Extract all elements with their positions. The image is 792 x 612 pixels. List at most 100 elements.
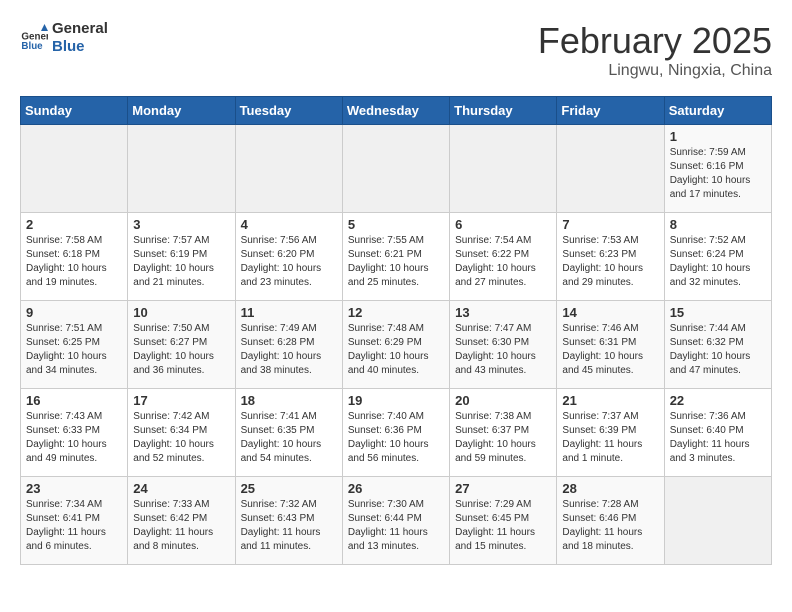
table-cell: 24 Sunrise: 7:33 AM Sunset: 6:42 PM Dayli… bbox=[128, 477, 235, 565]
table-cell: 6 Sunrise: 7:54 AM Sunset: 6:22 PM Daylig… bbox=[450, 213, 557, 301]
table-cell: 28Sunrise: 7:28 AM Sunset: 6:46 PM Dayli… bbox=[557, 477, 664, 565]
calendar-subtitle: Lingwu, Ningxia, China bbox=[538, 62, 772, 80]
logo-icon: General Blue bbox=[20, 24, 48, 52]
day-number: 24 bbox=[133, 481, 229, 496]
day-info: Sunrise: 7:41 AM Sunset: 6:35 PM Dayligh… bbox=[241, 410, 337, 466]
weekday-thursday: Thursday bbox=[450, 97, 557, 125]
table-cell: 9Sunrise: 7:51 AM Sunset: 6:25 PM Daylig… bbox=[21, 301, 128, 389]
day-info: Sunrise: 7:56 AM Sunset: 6:20 PM Dayligh… bbox=[241, 234, 337, 290]
week-row-4: 16Sunrise: 7:43 AM Sunset: 6:33 PM Dayli… bbox=[21, 389, 772, 477]
day-info: Sunrise: 7:59 AM Sunset: 6:16 PM Dayligh… bbox=[670, 146, 766, 202]
day-number: 20 bbox=[455, 393, 551, 408]
day-info: Sunrise: 7:29 AM Sunset: 6:45 PM Dayligh… bbox=[455, 498, 551, 554]
day-number: 12 bbox=[348, 305, 444, 320]
table-cell bbox=[450, 125, 557, 213]
day-number: 6 bbox=[455, 217, 551, 232]
day-info: Sunrise: 7:52 AM Sunset: 6:24 PM Dayligh… bbox=[670, 234, 766, 290]
table-cell bbox=[342, 125, 449, 213]
day-info: Sunrise: 7:36 AM Sunset: 6:40 PM Dayligh… bbox=[670, 410, 766, 466]
day-number: 3 bbox=[133, 217, 229, 232]
day-number: 25 bbox=[241, 481, 337, 496]
day-number: 2 bbox=[26, 217, 122, 232]
table-cell: 4 Sunrise: 7:56 AM Sunset: 6:20 PM Daylig… bbox=[235, 213, 342, 301]
table-cell bbox=[21, 125, 128, 213]
week-row-5: 23Sunrise: 7:34 AM Sunset: 6:41 PM Dayli… bbox=[21, 477, 772, 565]
page-header: General Blue General Blue February 2025 … bbox=[20, 20, 772, 80]
table-cell: 27 Sunrise: 7:29 AM Sunset: 6:45 PM Dayli… bbox=[450, 477, 557, 565]
table-cell: 3 Sunrise: 7:57 AM Sunset: 6:19 PM Daylig… bbox=[128, 213, 235, 301]
table-cell: 1 Sunrise: 7:59 AM Sunset: 6:16 PM Daylig… bbox=[664, 125, 771, 213]
day-info: Sunrise: 7:30 AM Sunset: 6:44 PM Dayligh… bbox=[348, 498, 444, 554]
day-number: 10 bbox=[133, 305, 229, 320]
table-cell: 21 Sunrise: 7:37 AM Sunset: 6:39 PM Dayli… bbox=[557, 389, 664, 477]
table-cell: 13Sunrise: 7:47 AM Sunset: 6:30 PM Dayli… bbox=[450, 301, 557, 389]
day-info: Sunrise: 7:50 AM Sunset: 6:27 PM Dayligh… bbox=[133, 322, 229, 378]
week-row-1: 1 Sunrise: 7:59 AM Sunset: 6:16 PM Daylig… bbox=[21, 125, 772, 213]
day-info: Sunrise: 7:38 AM Sunset: 6:37 PM Dayligh… bbox=[455, 410, 551, 466]
svg-text:Blue: Blue bbox=[21, 41, 43, 52]
day-number: 21 bbox=[562, 393, 658, 408]
table-cell: 25 Sunrise: 7:32 AM Sunset: 6:43 PM Dayli… bbox=[235, 477, 342, 565]
day-info: Sunrise: 7:49 AM Sunset: 6:28 PM Dayligh… bbox=[241, 322, 337, 378]
day-number: 23 bbox=[26, 481, 122, 496]
weekday-sunday: Sunday bbox=[21, 97, 128, 125]
day-number: 28 bbox=[562, 481, 658, 496]
table-cell: 16Sunrise: 7:43 AM Sunset: 6:33 PM Dayli… bbox=[21, 389, 128, 477]
day-number: 7 bbox=[562, 217, 658, 232]
table-cell bbox=[128, 125, 235, 213]
day-info: Sunrise: 7:46 AM Sunset: 6:31 PM Dayligh… bbox=[562, 322, 658, 378]
logo-line2: Blue bbox=[52, 38, 108, 56]
day-number: 15 bbox=[670, 305, 766, 320]
day-number: 14 bbox=[562, 305, 658, 320]
day-number: 26 bbox=[348, 481, 444, 496]
table-cell: 14 Sunrise: 7:46 AM Sunset: 6:31 PM Dayli… bbox=[557, 301, 664, 389]
table-cell: 26 Sunrise: 7:30 AM Sunset: 6:44 PM Dayli… bbox=[342, 477, 449, 565]
day-info: Sunrise: 7:55 AM Sunset: 6:21 PM Dayligh… bbox=[348, 234, 444, 290]
logo-line1: General bbox=[52, 20, 108, 38]
day-number: 11 bbox=[241, 305, 337, 320]
table-cell: 10 Sunrise: 7:50 AM Sunset: 6:27 PM Dayli… bbox=[128, 301, 235, 389]
day-info: Sunrise: 7:40 AM Sunset: 6:36 PM Dayligh… bbox=[348, 410, 444, 466]
day-info: Sunrise: 7:37 AM Sunset: 6:39 PM Dayligh… bbox=[562, 410, 658, 466]
title-block: February 2025 Lingwu, Ningxia, China bbox=[538, 20, 772, 80]
table-cell: 11 Sunrise: 7:49 AM Sunset: 6:28 PM Dayli… bbox=[235, 301, 342, 389]
day-info: Sunrise: 7:58 AM Sunset: 6:18 PM Dayligh… bbox=[26, 234, 122, 290]
day-info: Sunrise: 7:54 AM Sunset: 6:22 PM Dayligh… bbox=[455, 234, 551, 290]
day-number: 19 bbox=[348, 393, 444, 408]
day-number: 4 bbox=[241, 217, 337, 232]
day-number: 17 bbox=[133, 393, 229, 408]
day-info: Sunrise: 7:51 AM Sunset: 6:25 PM Dayligh… bbox=[26, 322, 122, 378]
day-number: 5 bbox=[348, 217, 444, 232]
day-number: 13 bbox=[455, 305, 551, 320]
day-info: Sunrise: 7:53 AM Sunset: 6:23 PM Dayligh… bbox=[562, 234, 658, 290]
table-cell: 23Sunrise: 7:34 AM Sunset: 6:41 PM Dayli… bbox=[21, 477, 128, 565]
table-cell bbox=[235, 125, 342, 213]
weekday-monday: Monday bbox=[128, 97, 235, 125]
table-cell: 22 Sunrise: 7:36 AM Sunset: 6:40 PM Dayli… bbox=[664, 389, 771, 477]
day-info: Sunrise: 7:32 AM Sunset: 6:43 PM Dayligh… bbox=[241, 498, 337, 554]
week-row-3: 9Sunrise: 7:51 AM Sunset: 6:25 PM Daylig… bbox=[21, 301, 772, 389]
day-info: Sunrise: 7:33 AM Sunset: 6:42 PM Dayligh… bbox=[133, 498, 229, 554]
table-cell: 17 Sunrise: 7:42 AM Sunset: 6:34 PM Dayli… bbox=[128, 389, 235, 477]
day-number: 16 bbox=[26, 393, 122, 408]
day-number: 18 bbox=[241, 393, 337, 408]
day-info: Sunrise: 7:44 AM Sunset: 6:32 PM Dayligh… bbox=[670, 322, 766, 378]
table-cell: 7 Sunrise: 7:53 AM Sunset: 6:23 PM Daylig… bbox=[557, 213, 664, 301]
table-cell: 20 Sunrise: 7:38 AM Sunset: 6:37 PM Dayli… bbox=[450, 389, 557, 477]
calendar-table: SundayMondayTuesdayWednesdayThursdayFrid… bbox=[20, 96, 772, 565]
weekday-header-row: SundayMondayTuesdayWednesdayThursdayFrid… bbox=[21, 97, 772, 125]
day-info: Sunrise: 7:57 AM Sunset: 6:19 PM Dayligh… bbox=[133, 234, 229, 290]
day-number: 27 bbox=[455, 481, 551, 496]
table-cell: 8 Sunrise: 7:52 AM Sunset: 6:24 PM Daylig… bbox=[664, 213, 771, 301]
table-cell: 18 Sunrise: 7:41 AM Sunset: 6:35 PM Dayli… bbox=[235, 389, 342, 477]
weekday-tuesday: Tuesday bbox=[235, 97, 342, 125]
day-number: 1 bbox=[670, 129, 766, 144]
table-cell: 2 Sunrise: 7:58 AM Sunset: 6:18 PM Daylig… bbox=[21, 213, 128, 301]
day-info: Sunrise: 7:42 AM Sunset: 6:34 PM Dayligh… bbox=[133, 410, 229, 466]
table-cell: 5 Sunrise: 7:55 AM Sunset: 6:21 PM Daylig… bbox=[342, 213, 449, 301]
table-cell: 15 Sunrise: 7:44 AM Sunset: 6:32 PM Dayli… bbox=[664, 301, 771, 389]
weekday-saturday: Saturday bbox=[664, 97, 771, 125]
day-number: 22 bbox=[670, 393, 766, 408]
day-number: 8 bbox=[670, 217, 766, 232]
calendar-title: February 2025 bbox=[538, 20, 772, 62]
